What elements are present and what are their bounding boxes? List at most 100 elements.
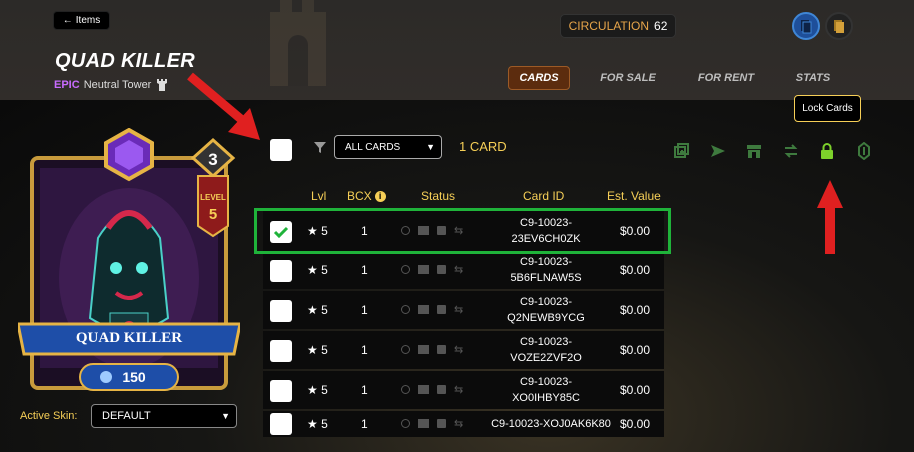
row-checkbox[interactable] [270,260,292,282]
circulation-badge: CIRCULATION 62 [560,14,676,38]
lock-status-icon [437,265,446,274]
row-est-value: $0.00 [620,303,651,317]
card-level-label: LEVEL [200,193,226,202]
transfer-status-icon: ⇆ [454,264,464,276]
card-subtitle: EPIC Neutral Tower [54,78,169,92]
chevron-down-icon: ▼ [426,142,435,152]
row-level: ★ 5 [307,417,328,431]
combine-icon[interactable] [672,142,690,160]
row-bcx: 1 [361,383,368,397]
card-mana-number: 3 [208,150,217,169]
header-status: Status [421,189,456,203]
market-status-icon [418,385,429,394]
row-checkbox[interactable] [270,300,292,322]
row-checkbox[interactable] [270,380,292,402]
market-status-icon [418,419,429,428]
circulation-label: CIRCULATION [568,19,650,33]
tab-for-sale[interactable]: FOR SALE [592,66,664,90]
edition-blue-icon[interactable] [792,12,820,40]
active-skin-label: Active Skin: [20,410,78,422]
card-cost: 150 [122,369,146,385]
row-est-value: $0.00 [620,343,651,357]
card-filter-select[interactable]: ALL CARDS ▼ [334,135,442,159]
active-skin-value: DEFAULT [102,410,151,422]
clock-icon [401,385,410,394]
card-image[interactable]: 3 LEVEL 5 QUAD KILLER 150 [18,128,240,394]
send-icon[interactable] [709,142,727,160]
header-card-id: Card ID [523,189,565,203]
row-status-icons: ⇆ [401,263,463,276]
row-status-icons: ⇆ [401,383,463,396]
row-level: ★ 5 [307,303,328,317]
selected-row-highlight [254,208,671,254]
lock-cards-tooltip: Lock Cards [794,95,861,122]
row-est-value: $0.00 [620,263,651,277]
type-label: Neutral Tower [83,79,152,91]
tower-background-icon [270,0,326,86]
filter-icon [314,142,326,153]
table-row[interactable]: ★ 5 1 ⇆ C9-10023- 5B6FLNAW5S $0.00 [263,251,664,289]
active-skin-select[interactable]: DEFAULT ▼ [91,404,237,428]
row-status-icons: ⇆ [401,343,463,356]
back-arrow-icon: ← [62,15,73,26]
header-bcx: BCX i [347,189,386,203]
card-filter-value: ALL CARDS [345,141,401,153]
row-est-value: $0.00 [620,417,651,431]
table-row[interactable]: ★ 5 1 ⇆ C9-10023- XO0IHBY85C $0.00 [263,371,664,409]
clock-icon [401,419,410,428]
red-arrow-annotation [187,72,260,140]
row-card-id: C9-10023- Q2NEWB9YCG [507,296,585,324]
transfer-icon[interactable] [782,142,800,160]
clock-icon [401,265,410,274]
circulation-value: 62 [654,19,668,33]
tab-for-rent[interactable]: FOR RENT [690,66,762,90]
burn-icon[interactable] [855,142,873,160]
transfer-status-icon: ⇆ [454,344,464,356]
row-status-icons: ⇆ [401,303,463,316]
row-card-id: C9-10023- 5B6FLNAW5S [510,256,582,284]
market-status-icon [418,345,429,354]
chevron-down-icon: ▼ [221,411,230,421]
tab-stats[interactable]: STATS [788,66,838,90]
page-title: QUAD KILLER [55,50,195,72]
transfer-status-icon: ⇆ [454,418,464,430]
edition-gold-icon[interactable] [825,12,853,40]
select-all-checkbox[interactable] [270,139,292,161]
market-icon[interactable] [745,142,763,160]
market-status-icon [418,305,429,314]
table-row[interactable]: ★ 5 1 ⇆ C9-10023- VOZE2ZVF2O $0.00 [263,331,664,369]
clock-icon [401,345,410,354]
red-arrow-annotation [817,180,843,254]
transfer-status-icon: ⇆ [454,304,464,316]
lock-status-icon [437,419,446,428]
row-bcx: 1 [361,417,368,431]
row-level: ★ 5 [307,263,328,277]
card-name: QUAD KILLER [76,330,182,346]
back-button-label: Items [75,15,101,26]
row-bcx: 1 [361,303,368,317]
info-icon[interactable]: i [374,190,386,202]
selected-card-count: 1 CARD [459,139,507,154]
tab-cards[interactable]: CARDS [508,66,570,90]
table-row[interactable]: ★ 5 1 ⇆ C9-10023-XOJ0AK6K80 $0.00 [263,411,664,437]
header-lvl: Lvl [311,189,327,203]
transfer-status-icon: ⇆ [454,384,464,396]
row-status-icons: ⇆ [401,417,463,430]
row-bcx: 1 [361,263,368,277]
row-card-id: C9-10023- VOZE2ZVF2O [510,336,582,364]
row-checkbox[interactable] [270,340,292,362]
table-row[interactable]: ★ 5 1 ⇆ C9-10023- Q2NEWB9YCG $0.00 [263,291,664,329]
lock-icon[interactable] [818,142,836,160]
lock-status-icon [437,305,446,314]
market-status-icon [418,265,429,274]
card-level-number: 5 [209,206,217,223]
row-bcx: 1 [361,343,368,357]
row-level: ★ 5 [307,343,328,357]
lock-status-icon [437,385,446,394]
header-bcx-label: BCX [347,189,372,203]
tower-icon [157,79,168,91]
row-card-id: C9-10023-XOJ0AK6K80 [491,418,611,430]
back-button[interactable]: ← Items [53,11,110,30]
row-checkbox[interactable] [270,413,292,435]
row-card-id: C9-10023- XO0IHBY85C [512,376,580,404]
